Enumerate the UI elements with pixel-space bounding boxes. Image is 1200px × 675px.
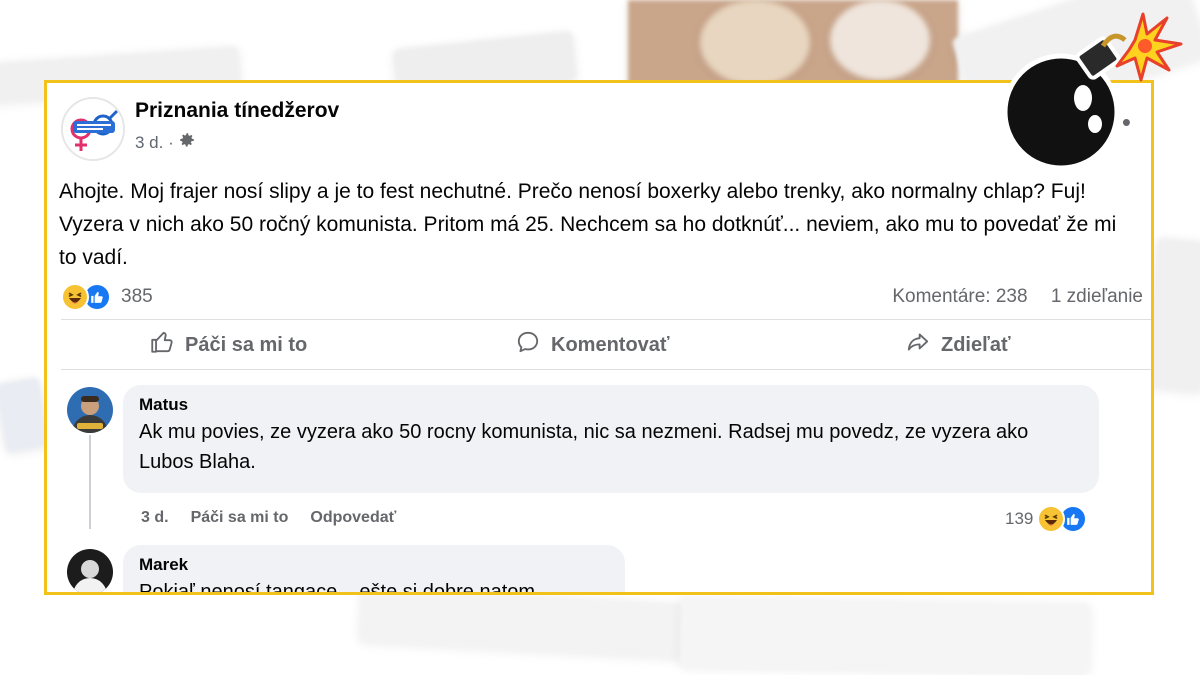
background-comment-fragment	[679, 596, 1091, 674]
comment-reply-link[interactable]: Odpovedať	[310, 509, 396, 527]
post-text: Ahojte. Moj frajer nosí slipy a je to fe…	[59, 180, 1117, 269]
comment-button[interactable]: Komentovať	[515, 329, 670, 361]
avatar[interactable]	[67, 387, 113, 433]
comment-reaction-count: 139	[1005, 509, 1034, 528]
post-time[interactable]: 3 d. ·	[135, 133, 174, 153]
comments-count-link[interactable]: Komentáre: 238	[892, 286, 1027, 307]
divider	[61, 319, 1151, 320]
gear-icon	[178, 131, 196, 154]
comment-text: Pokiaľ nenosí tangace... ešte si dobre n…	[139, 581, 536, 595]
comment-button-label: Komentovať	[551, 333, 670, 356]
comment-bubble: Marek Pokiaľ nenosí tangace... ešte si d…	[123, 545, 625, 595]
divider	[61, 369, 1151, 370]
comment-like-link[interactable]: Páči sa mi to	[191, 509, 289, 527]
comment-reactions[interactable]: 139	[1005, 505, 1088, 533]
like-button-label: Páči sa mi to	[185, 333, 308, 356]
comment-bubble: Matus Ak mu povies, ze vyzera ako 50 roc…	[123, 385, 1099, 493]
reaction-icons[interactable]	[61, 283, 111, 311]
reaction-count[interactable]: 385	[121, 286, 153, 308]
post-actions-bar: Páči sa mi to Komentovať Zdieľať	[61, 321, 1151, 369]
background-comment-fragment	[358, 586, 692, 659]
reactions-summary: 385 Komentáre: 238 1 zdieľanie	[61, 283, 1151, 313]
haha-emoji-icon	[61, 283, 89, 311]
haha-emoji-icon	[1037, 505, 1066, 533]
bomb-icon	[1002, 12, 1183, 171]
share-arrow-icon	[905, 329, 931, 361]
shares-count-link[interactable]: 1 zdieľanie	[1051, 286, 1143, 307]
engagement-stats: Komentáre: 238 1 zdieľanie	[892, 286, 1143, 308]
speech-bubble-icon	[515, 329, 541, 361]
page-name[interactable]: Priznania tínedžerov	[135, 99, 339, 123]
comment-author[interactable]: Marek	[139, 555, 609, 575]
background-photo-face	[830, 0, 930, 80]
comment-time[interactable]: 3 d.	[141, 509, 169, 527]
thread-line	[89, 435, 91, 529]
thumbs-up-icon	[149, 329, 175, 361]
avatar[interactable]	[67, 549, 113, 592]
background-photo-face	[700, 0, 810, 85]
like-button[interactable]: Páči sa mi to	[149, 329, 307, 361]
comment-actions: 3 d. Páči sa mi to Odpovedať	[141, 509, 396, 527]
comment-author[interactable]: Matus	[139, 395, 1083, 415]
comment-text: Ak mu povies, ze vyzera ako 50 rocny kom…	[139, 421, 1029, 473]
share-button[interactable]: Zdieľať	[905, 329, 1011, 361]
share-button-label: Zdieľať	[941, 333, 1011, 356]
post-meta: 3 d. ·	[135, 131, 196, 154]
post-card: Priznania tínedžerov 3 d. · • Ahojte. Mo…	[44, 80, 1154, 595]
page-avatar[interactable]	[61, 97, 125, 161]
